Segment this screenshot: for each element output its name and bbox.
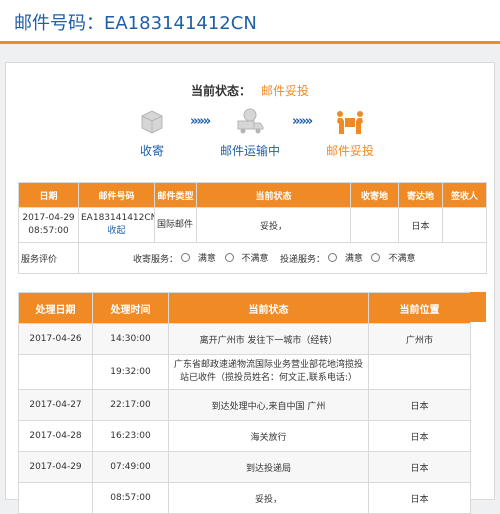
- receive-service-label: 收寄服务：: [133, 255, 179, 265]
- radio-label: 满意: [197, 254, 216, 264]
- deliver-satisfied-radio[interactable]: 满意: [327, 251, 363, 264]
- page-title: 邮件号码：EA183141412CN: [14, 9, 257, 35]
- row-time: 07:49:00: [92, 451, 169, 483]
- step-delivered: 邮件妥投: [322, 106, 378, 159]
- row-date: [18, 354, 93, 390]
- row-status: 海关放行: [168, 420, 369, 452]
- summary-table: 日期 邮件号码 邮件类型 当前状态 收寄地 寄达地 签收人 2017-04-29…: [18, 182, 487, 274]
- step-arrow: »»»: [292, 114, 313, 129]
- mail-number: EA183141412CN: [104, 13, 257, 34]
- table-row: 2017-04-29 07:49:00 到达投递局 日本: [18, 451, 471, 483]
- radio-icon: [327, 253, 337, 262]
- step-label: 收寄: [139, 144, 164, 158]
- receive-unsatisfied-radio[interactable]: 不满意: [224, 251, 269, 264]
- summary-header-row: 日期 邮件号码 邮件类型 当前状态 收寄地 寄达地 签收人: [18, 182, 487, 208]
- current-status-label: 当前状态：: [190, 84, 251, 98]
- row-time: 22:17:00: [92, 389, 169, 421]
- row-date: 2017-04-26: [18, 323, 93, 355]
- tracking-table: 处理日期 处理时间 当前状态 当前位置 2017-04-26 14:30:00 …: [18, 292, 471, 514]
- column-header: 收寄地: [350, 182, 399, 208]
- column-header: 处理日期: [18, 292, 93, 324]
- row-time: 14:30:00: [92, 323, 169, 355]
- step-arrow: »»»: [190, 114, 211, 129]
- column-header: 处理时间: [92, 292, 169, 324]
- row-status: 离开广州市 发往下一城市（经转）: [168, 323, 369, 355]
- summary-row: 2017-04-29 08:57:00 EA183141412CN 收起 国际邮…: [18, 207, 487, 243]
- rating-row: 服务评价 收寄服务： 满意 不满意 投递服务： 满意 不满意: [18, 242, 487, 274]
- row-date: 2017-04-29: [18, 451, 93, 483]
- row-location: 日本: [368, 420, 471, 452]
- row-location: 日本: [368, 482, 471, 514]
- truck-icon: [235, 106, 265, 136]
- column-header: 日期: [18, 182, 79, 208]
- summary-origin: [350, 207, 399, 243]
- row-status: 妥投，: [168, 482, 369, 514]
- row-status: 广东省邮政速递物流国际业务营业部花地湾揽投站已收件（揽投员姓名：何文正,联系电话…: [168, 354, 369, 390]
- radio-label: 满意: [344, 254, 363, 264]
- row-date: 2017-04-27: [18, 389, 93, 421]
- receive-satisfied-radio[interactable]: 满意: [180, 251, 216, 264]
- current-status: 当前状态： 邮件妥投: [0, 82, 500, 99]
- box-icon: [137, 106, 167, 136]
- row-time: 16:23:00: [92, 420, 169, 452]
- collapse-link[interactable]: 收起: [81, 225, 152, 238]
- column-header: 当前位置: [368, 292, 471, 324]
- step-label: 邮件妥投: [325, 144, 374, 158]
- summary-number-cell: EA183141412CN 收起: [78, 207, 155, 243]
- summary-status: 妥投，: [196, 207, 351, 243]
- row-location: 广州市: [368, 323, 471, 355]
- radio-label: 不满意: [241, 254, 269, 264]
- mail-number-label: 邮件号码：: [14, 13, 104, 34]
- deliver-service-label: 投递服务：: [279, 255, 325, 265]
- row-date: [18, 482, 93, 514]
- summary-type: 国际邮件: [154, 207, 197, 243]
- summary-number: EA183141412CN: [81, 213, 155, 223]
- summary-destination: 日本: [398, 207, 443, 243]
- row-location: 日本: [368, 451, 471, 483]
- column-header: 签收人: [442, 182, 487, 208]
- column-header: 当前状态: [168, 292, 369, 324]
- radio-icon: [371, 253, 381, 262]
- column-header: 邮件号码: [78, 182, 155, 208]
- column-header: 邮件类型: [154, 182, 197, 208]
- row-location: 日本: [368, 389, 471, 421]
- table-row: 2017-04-28 16:23:00 海关放行 日本: [18, 420, 471, 452]
- current-status-value: 邮件妥投: [261, 84, 310, 98]
- rating-options: 收寄服务： 满意 不满意 投递服务： 满意 不满意: [78, 242, 487, 274]
- summary-signer: [442, 207, 487, 243]
- summary-date: 2017-04-29 08:57:00: [18, 207, 79, 243]
- table-row: 08:57:00 妥投， 日本: [18, 482, 471, 514]
- table-row: 2017-04-27 22:17:00 到达处理中心,来自中国 广州 日本: [18, 389, 471, 421]
- table-row: 19:32:00 广东省邮政速递物流国际业务营业部花地湾揽投站已收件（揽投员姓名…: [18, 354, 471, 390]
- radio-icon: [180, 253, 190, 262]
- row-status: 到达投递局: [168, 451, 369, 483]
- row-time: 08:57:00: [92, 482, 169, 514]
- row-time: 19:32:00: [92, 354, 169, 390]
- step-received: 收寄: [132, 106, 172, 159]
- row-date: 2017-04-28: [18, 420, 93, 452]
- column-header: 寄达地: [398, 182, 443, 208]
- delivered-icon: [335, 106, 365, 136]
- row-location: [368, 354, 471, 390]
- page-header: 邮件号码：EA183141412CN: [0, 0, 500, 44]
- scroll-handle[interactable]: [470, 292, 486, 322]
- table-row: 2017-04-26 14:30:00 离开广州市 发往下一城市（经转） 广州市: [18, 323, 471, 355]
- rating-label: 服务评价: [18, 242, 79, 274]
- step-label: 邮件运输中: [219, 144, 280, 158]
- radio-label: 不满意: [388, 254, 416, 264]
- step-in-transit: 邮件运输中: [218, 106, 282, 159]
- deliver-unsatisfied-radio[interactable]: 不满意: [371, 251, 415, 264]
- row-status: 到达处理中心,来自中国 广州: [168, 389, 369, 421]
- tracking-header-row: 处理日期 处理时间 当前状态 当前位置: [18, 292, 471, 324]
- radio-icon: [224, 253, 234, 262]
- column-header: 当前状态: [196, 182, 351, 208]
